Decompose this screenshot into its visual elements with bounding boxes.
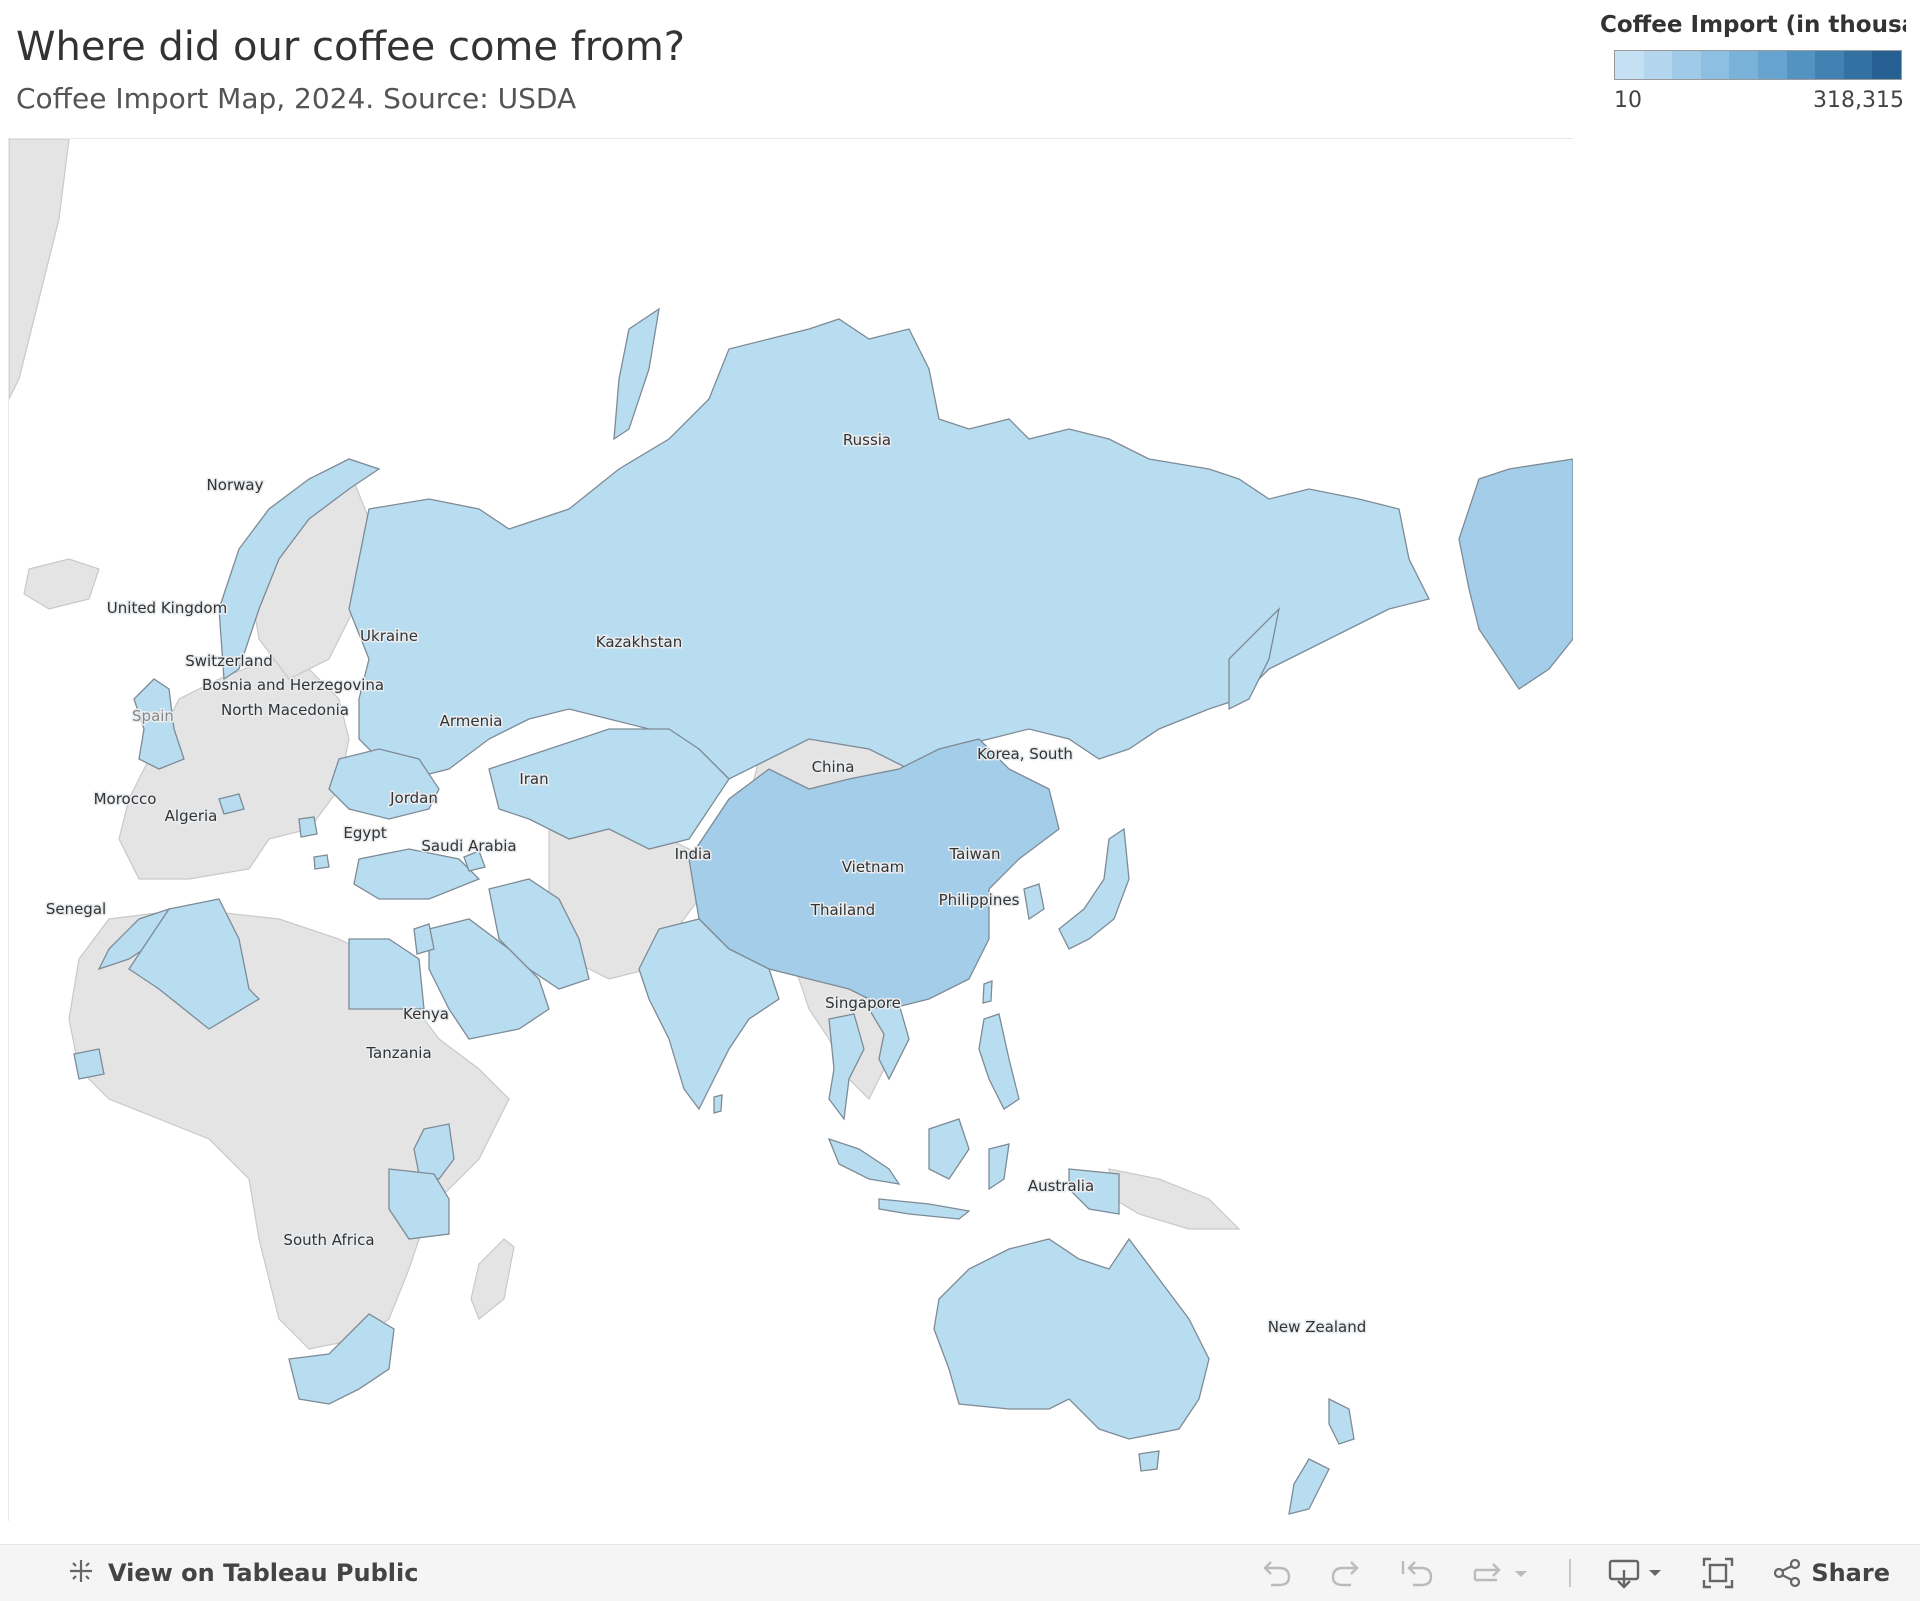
country-label: Taiwan bbox=[948, 845, 1000, 863]
share-icon bbox=[1774, 1558, 1801, 1588]
country-label: India bbox=[675, 845, 712, 863]
refresh-button[interactable] bbox=[1471, 1558, 1533, 1588]
country-japan[interactable] bbox=[1058, 827, 1130, 950]
view-on-tableau-label: View on Tableau Public bbox=[108, 1559, 419, 1587]
legend-step bbox=[1700, 51, 1730, 79]
country-new-zealand[interactable] bbox=[1288, 1397, 1355, 1515]
country-label: Tanzania bbox=[365, 1044, 431, 1062]
novaya-zemlya bbox=[613, 307, 660, 441]
country-label: Korea, South bbox=[977, 745, 1073, 763]
legend-step bbox=[1872, 51, 1901, 79]
fullscreen-icon bbox=[1703, 1557, 1734, 1589]
country-turkey[interactable] bbox=[353, 848, 481, 900]
legend-step bbox=[1843, 51, 1873, 79]
country-indonesia[interactable] bbox=[827, 1137, 901, 1185]
download-button[interactable] bbox=[1607, 1556, 1665, 1590]
refresh-icon bbox=[1474, 1563, 1528, 1582]
country-label: New Zealand bbox=[1268, 1318, 1367, 1336]
country-north-macedonia[interactable] bbox=[313, 854, 330, 870]
country-label: Senegal bbox=[46, 900, 106, 918]
tasmania bbox=[1138, 1450, 1160, 1472]
country-taiwan[interactable] bbox=[982, 980, 993, 1004]
country-indonesia-java bbox=[878, 1198, 971, 1220]
country-label: Switzerland bbox=[185, 652, 273, 670]
undo-icon bbox=[1263, 1561, 1291, 1587]
country-label: Singapore bbox=[825, 994, 901, 1012]
legend-step bbox=[1729, 51, 1758, 79]
view-on-tableau-link[interactable]: View on Tableau Public bbox=[66, 1556, 418, 1590]
country-label: Jordan bbox=[389, 789, 438, 807]
legend-step bbox=[1786, 51, 1816, 79]
country-egypt[interactable] bbox=[348, 938, 425, 1010]
legend-title: Coffee Import (in thousa... bbox=[1600, 12, 1906, 38]
country-label: Armenia bbox=[440, 712, 503, 730]
tableau-logo-icon bbox=[66, 1556, 96, 1590]
greenland-land bbox=[9, 139, 70, 400]
color-legend[interactable]: Coffee Import (in thousa... 10 318,315 bbox=[1600, 12, 1906, 113]
country-label: Norway bbox=[207, 476, 264, 494]
country-label: Russia bbox=[843, 431, 891, 449]
share-button[interactable]: Share bbox=[1771, 1557, 1890, 1589]
country-label: Kenya bbox=[403, 1005, 449, 1023]
legend-max-label: 318,315 bbox=[1813, 88, 1904, 113]
madagascar-land bbox=[470, 1238, 515, 1320]
country-label: Thailand bbox=[810, 901, 875, 919]
country-label: Vietnam bbox=[842, 858, 905, 876]
legend-gradient bbox=[1614, 50, 1902, 80]
country-label: South Africa bbox=[283, 1231, 374, 1249]
country-label: North Macedonia bbox=[221, 701, 349, 719]
legend-step bbox=[1757, 51, 1787, 79]
page-subtitle: Coffee Import Map, 2024. Source: USDA bbox=[16, 82, 577, 115]
map-view[interactable]: Russia Norway United Kingdom Ukraine Switzer… bbox=[8, 138, 1573, 1521]
country-label: Spain bbox=[132, 707, 174, 725]
country-malaysia-borneo[interactable] bbox=[928, 1118, 970, 1180]
legend-step bbox=[1643, 51, 1673, 79]
country-label: Egypt bbox=[343, 824, 386, 842]
redo-icon bbox=[1332, 1561, 1360, 1587]
country-label: China bbox=[812, 758, 855, 776]
country-label: Saudi Arabia bbox=[421, 837, 516, 855]
country-senegal[interactable] bbox=[73, 1048, 105, 1080]
country-label: Ukraine bbox=[360, 627, 418, 645]
country-philippines[interactable] bbox=[978, 1013, 1020, 1110]
country-label: Bosnia and Herzegovina bbox=[202, 676, 384, 694]
toolbar-separator bbox=[1569, 1559, 1572, 1587]
download-icon bbox=[1609, 1559, 1662, 1589]
sri-lanka bbox=[713, 1094, 723, 1114]
country-label: Philippines bbox=[939, 891, 1020, 909]
share-label: Share bbox=[1811, 1559, 1890, 1587]
country-usa-alaska[interactable] bbox=[1458, 458, 1573, 690]
country-label: Morocco bbox=[94, 790, 157, 808]
country-label: Algeria bbox=[165, 807, 218, 825]
legend-step bbox=[1815, 51, 1844, 79]
iceland-land bbox=[23, 558, 100, 610]
country-bosnia-and-herzegovina[interactable] bbox=[298, 816, 318, 838]
legend-min-label: 10 bbox=[1614, 88, 1642, 113]
page-title: Where did our coffee come from? bbox=[16, 24, 686, 70]
revert-button[interactable] bbox=[1399, 1558, 1435, 1588]
country-korea-south[interactable] bbox=[1023, 883, 1045, 921]
revert-icon bbox=[1402, 1561, 1433, 1587]
new-guinea-land bbox=[1108, 1168, 1241, 1230]
country-australia[interactable] bbox=[933, 1237, 1210, 1440]
country-label: United Kingdom bbox=[107, 599, 227, 617]
tableau-toolbar: View on Tableau Public Share bbox=[0, 1544, 1920, 1601]
country-label: Iran bbox=[519, 770, 548, 788]
redo-button[interactable] bbox=[1329, 1558, 1363, 1588]
fullscreen-button[interactable] bbox=[1701, 1556, 1735, 1590]
legend-step bbox=[1615, 51, 1644, 79]
undo-button[interactable] bbox=[1259, 1558, 1293, 1588]
country-label: Kazakhstan bbox=[596, 633, 682, 651]
legend-step bbox=[1672, 51, 1701, 79]
country-label: Australia bbox=[1028, 1177, 1094, 1195]
country-russia[interactable] bbox=[348, 318, 1430, 780]
country-indonesia-sulawesi bbox=[988, 1143, 1010, 1191]
